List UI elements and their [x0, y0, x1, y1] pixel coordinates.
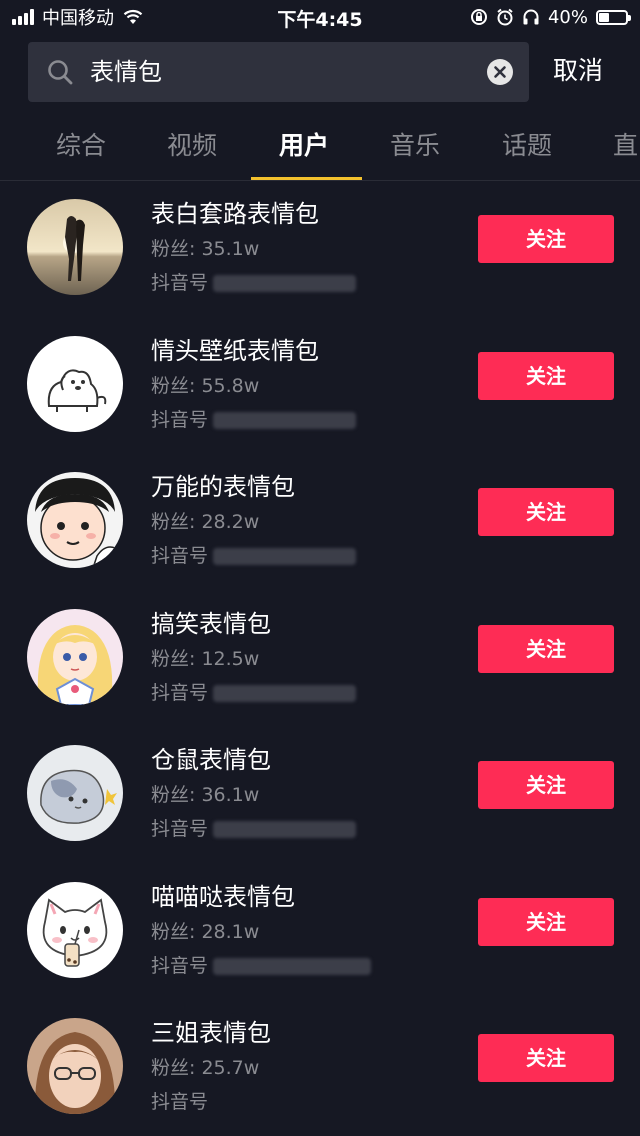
follow-button[interactable]: 关注 [478, 761, 614, 809]
cancel-button[interactable]: 取消 [553, 53, 603, 89]
user-row[interactable]: 表白套路表情包 粉丝: 35.1w 抖音号 关注 [0, 181, 640, 317]
user-row[interactable]: 仓鼠表情包 粉丝: 36.1w 抖音号 关注 [0, 727, 640, 863]
alarm-icon [497, 8, 513, 26]
tab-live[interactable]: 直 [613, 128, 638, 164]
user-row[interactable]: 三姐表情包 粉丝: 25.7w 抖音号 关注 [0, 1000, 640, 1136]
search-tabs: 综合 视频 用户 音乐 话题 直 [0, 112, 640, 180]
follow-button[interactable]: 关注 [478, 1034, 614, 1082]
blurred-id [213, 275, 356, 292]
user-name[interactable]: 三姐表情包 [151, 1016, 271, 1050]
search-input[interactable] [90, 42, 470, 102]
status-bar: 中国移动 下午4:45 40% [0, 0, 640, 34]
user-name[interactable]: 搞笑表情包 [151, 607, 271, 641]
tab-videos[interactable]: 视频 [167, 128, 217, 164]
anime-girl-avatar[interactable] [27, 609, 123, 705]
user-name[interactable]: 喵喵哒表情包 [151, 880, 295, 914]
search-icon [48, 60, 73, 85]
follower-count: 粉丝: 28.1w [151, 921, 260, 943]
follow-button[interactable]: 关注 [478, 215, 614, 263]
user-row[interactable]: 喵喵哒表情包 粉丝: 28.1w 抖音号 关注 [0, 864, 640, 1000]
tab-topics[interactable]: 话题 [502, 128, 552, 164]
battery-percentage: 40% [547, 6, 588, 28]
douyin-id-label: 抖音号 [151, 682, 209, 704]
blurred-id [213, 958, 371, 975]
follower-count: 粉丝: 36.1w [151, 784, 260, 806]
hamster-avatar[interactable] [27, 745, 123, 841]
battery-level [599, 12, 610, 22]
user-name[interactable]: 情头壁纸表情包 [151, 334, 319, 368]
woman-glasses-avatar[interactable] [27, 1018, 123, 1114]
follow-button[interactable]: 关注 [478, 488, 614, 536]
white-cat-avatar[interactable] [27, 882, 123, 978]
tab-users[interactable]: 用户 [279, 128, 329, 164]
tab-music[interactable]: 音乐 [390, 128, 440, 164]
clear-search-icon[interactable] [487, 59, 513, 85]
user-row[interactable]: 万能的表情包 粉丝: 28.2w 抖音号 关注 [0, 454, 640, 590]
status-right: 40% [470, 5, 631, 29]
tab-comprehensive[interactable]: 综合 [56, 128, 106, 164]
user-name[interactable]: 仓鼠表情包 [151, 743, 271, 777]
douyin-id-label: 抖音号 [151, 955, 209, 977]
user-name[interactable]: 万能的表情包 [151, 470, 295, 504]
follower-count: 粉丝: 35.1w [151, 238, 260, 260]
user-row[interactable]: 搞笑表情包 粉丝: 12.5w 抖音号 关注 [0, 591, 640, 727]
blurred-id [213, 548, 356, 565]
cartoon-face-avatar[interactable] [27, 472, 123, 568]
close-icon [494, 66, 506, 78]
follower-count: 粉丝: 25.7w [151, 1057, 260, 1079]
follower-count: 粉丝: 12.5w [151, 648, 260, 670]
douyin-id-label: 抖音号 [151, 818, 209, 840]
blurred-id [213, 821, 356, 838]
user-row[interactable]: 情头壁纸表情包 粉丝: 55.8w 抖音号 关注 [0, 318, 640, 454]
douyin-id-label: 抖音号 [151, 1091, 209, 1113]
cartoon-dog-avatar[interactable] [27, 336, 123, 432]
user-name[interactable]: 表白套路表情包 [151, 197, 319, 231]
follow-button[interactable]: 关注 [478, 898, 614, 946]
follower-count: 粉丝: 28.2w [151, 511, 260, 533]
follow-button[interactable]: 关注 [478, 625, 614, 673]
follow-button[interactable]: 关注 [478, 352, 614, 400]
douyin-id-label: 抖音号 [151, 272, 209, 294]
rotation-lock-icon [470, 9, 487, 25]
blurred-id [213, 412, 356, 429]
blurred-id [213, 685, 356, 702]
headphones-icon [523, 9, 539, 25]
couple-silhouette-avatar[interactable] [27, 199, 123, 295]
douyin-id-label: 抖音号 [151, 545, 209, 567]
battery-icon [596, 9, 631, 25]
douyin-id-label: 抖音号 [151, 409, 209, 431]
search-bar[interactable] [28, 42, 529, 102]
follower-count: 粉丝: 55.8w [151, 375, 260, 397]
